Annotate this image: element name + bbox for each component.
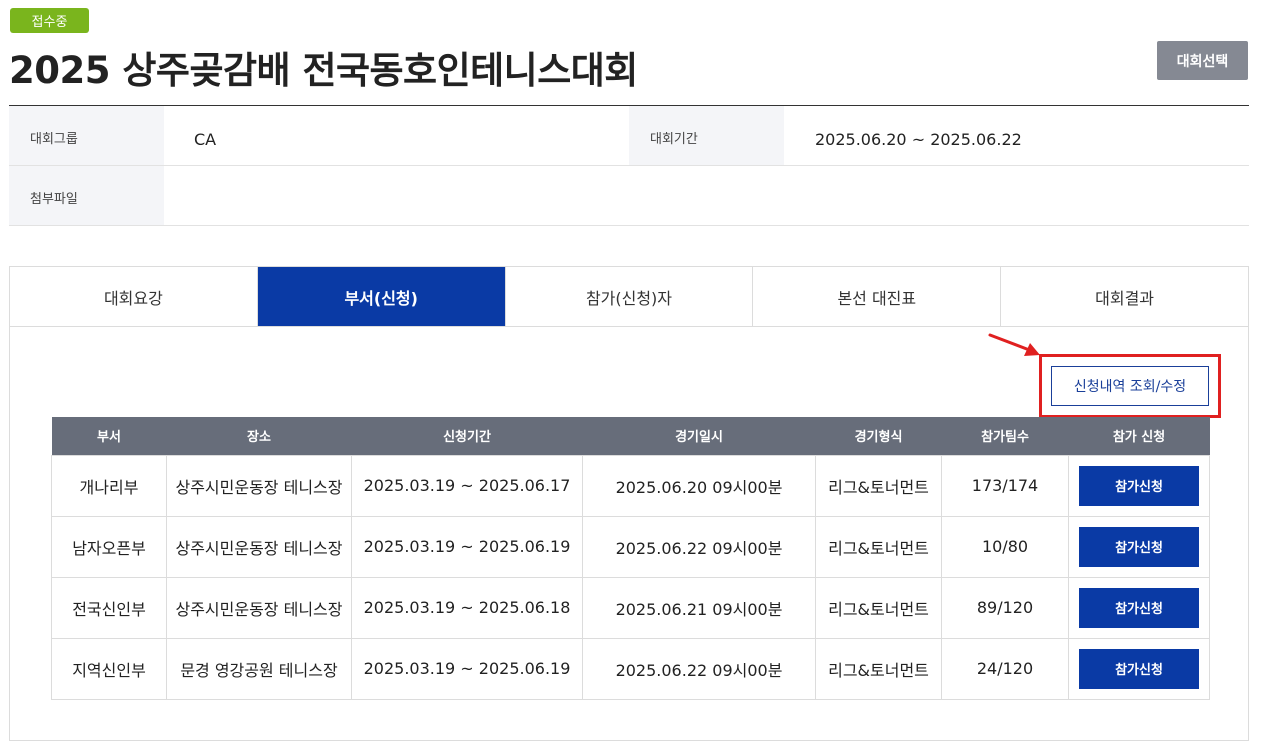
tab-bar: 대회요강 부서(신청) 참가(신청)자 본선 대진표 대회결과	[10, 267, 1248, 327]
format-cell: 리그&토너먼트	[815, 515, 942, 578]
division-table: 부서 장소 신청기간 경기일시 경기형식 참가팀수 참가 신청 개나리부 상주시…	[51, 417, 1210, 700]
period-cell: 2025.03.19 ~ 2025.06.19	[351, 515, 583, 578]
datetime-cell: 2025.06.22 09시00분	[582, 637, 816, 700]
period-cell: 2025.03.19 ~ 2025.06.17	[351, 454, 583, 517]
status-badge: 접수중	[10, 8, 89, 33]
col-teams: 참가팀수	[941, 417, 1069, 455]
apply-button[interactable]: 참가신청	[1079, 587, 1199, 628]
tab-panel: 대회요강 부서(신청) 참가(신청)자 본선 대진표 대회결과 신청내역 조회/…	[9, 266, 1249, 741]
period-value: 2025.06.20 ~ 2025.06.22	[815, 130, 1022, 149]
tab-guidelines[interactable]: 대회요강	[10, 267, 258, 326]
col-datetime: 경기일시	[582, 417, 816, 455]
table-row: 남자오픈부 상주시민운동장 테니스장 2025.03.19 ~ 2025.06.…	[51, 515, 1210, 578]
col-format: 경기형식	[815, 417, 942, 455]
attachment-label: 첨부파일	[9, 166, 164, 225]
col-division: 부서	[51, 417, 167, 455]
apply-button[interactable]: 참가신청	[1079, 465, 1199, 506]
division-cell: 남자오픈부	[51, 515, 167, 578]
info-row-attachment: 첨부파일	[9, 166, 1249, 226]
table-row: 개나리부 상주시민운동장 테니스장 2025.03.19 ~ 2025.06.1…	[51, 454, 1210, 517]
teams-cell: 89/120	[941, 576, 1069, 639]
division-cell: 지역신인부	[51, 637, 167, 700]
period-cell: 2025.03.19 ~ 2025.06.19	[351, 637, 583, 700]
tab-participants[interactable]: 참가(신청)자	[506, 267, 754, 326]
division-cell: 전국신인부	[51, 576, 167, 639]
datetime-cell: 2025.06.20 09시00분	[582, 454, 816, 517]
col-venue: 장소	[166, 417, 352, 455]
format-cell: 리그&토너먼트	[815, 454, 942, 517]
table-header-row: 부서 장소 신청기간 경기일시 경기형식 참가팀수 참가 신청	[51, 417, 1210, 455]
col-apply: 참가 신청	[1068, 417, 1210, 455]
group-value: CA	[194, 130, 217, 149]
table-row: 지역신인부 문경 영강공원 테니스장 2025.03.19 ~ 2025.06.…	[51, 637, 1210, 700]
group-label: 대회그룹	[9, 106, 164, 165]
page-title: 2025 상주곶감배 전국동호인테니스대회	[9, 49, 638, 92]
view-application-button[interactable]: 신청내역 조회/수정	[1051, 366, 1209, 406]
division-cell: 개나리부	[51, 454, 167, 517]
teams-cell: 10/80	[941, 515, 1069, 578]
attachment-value	[164, 166, 194, 225]
apply-cell: 참가신청	[1068, 515, 1210, 578]
apply-button[interactable]: 참가신청	[1079, 648, 1199, 689]
select-tournament-button[interactable]: 대회선택	[1157, 41, 1248, 80]
tab-bracket[interactable]: 본선 대진표	[753, 267, 1002, 326]
venue-cell: 문경 영강공원 테니스장	[166, 637, 352, 700]
teams-cell: 173/174	[941, 454, 1069, 517]
col-period: 신청기간	[351, 417, 583, 455]
format-cell: 리그&토너먼트	[815, 576, 942, 639]
period-cell: 2025.03.19 ~ 2025.06.18	[351, 576, 583, 639]
apply-cell: 참가신청	[1068, 637, 1210, 700]
apply-cell: 참가신청	[1068, 454, 1210, 517]
table-row: 전국신인부 상주시민운동장 테니스장 2025.03.19 ~ 2025.06.…	[51, 576, 1210, 639]
info-row-group: 대회그룹 CA 대회기간 2025.06.20 ~ 2025.06.22	[9, 106, 1249, 166]
datetime-cell: 2025.06.21 09시00분	[582, 576, 816, 639]
apply-button[interactable]: 참가신청	[1079, 526, 1199, 567]
format-cell: 리그&토너먼트	[815, 637, 942, 700]
tab-results[interactable]: 대회결과	[1001, 267, 1248, 326]
teams-cell: 24/120	[941, 637, 1069, 700]
tab-divisions[interactable]: 부서(신청)	[257, 267, 506, 326]
period-label: 대회기간	[629, 106, 784, 165]
tournament-info: 대회그룹 CA 대회기간 2025.06.20 ~ 2025.06.22 첨부파…	[9, 105, 1249, 226]
apply-cell: 참가신청	[1068, 576, 1210, 639]
venue-cell: 상주시민운동장 테니스장	[166, 454, 352, 517]
venue-cell: 상주시민운동장 테니스장	[166, 576, 352, 639]
venue-cell: 상주시민운동장 테니스장	[166, 515, 352, 578]
datetime-cell: 2025.06.22 09시00분	[582, 515, 816, 578]
